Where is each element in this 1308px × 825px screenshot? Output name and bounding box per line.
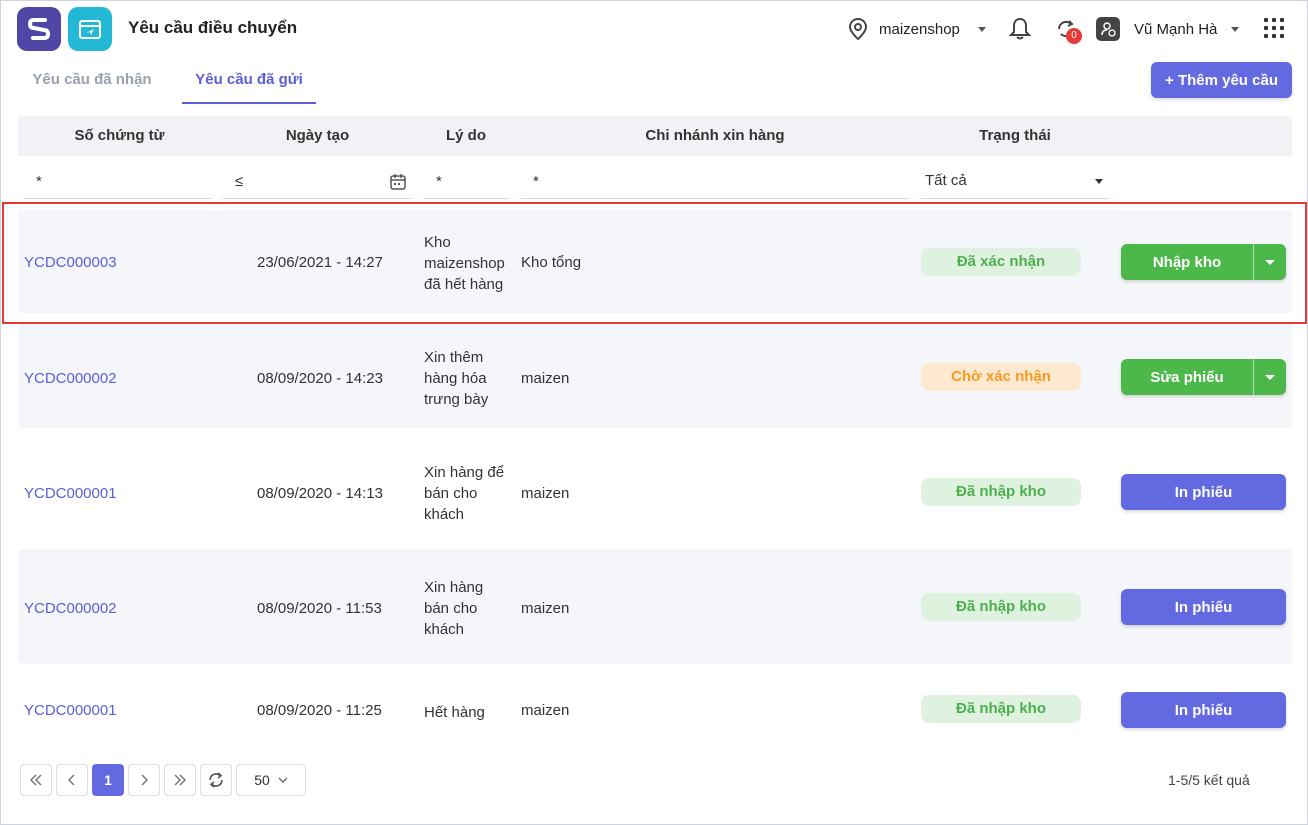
filter-status-select[interactable]: Tất cả	[921, 166, 1109, 199]
chevron-down-icon	[1231, 26, 1240, 32]
created-date: 08/09/2020 - 11:25	[257, 702, 382, 719]
branch: maizen	[521, 702, 570, 719]
prev-page-button[interactable]	[56, 764, 88, 796]
created-date: 08/09/2020 - 14:23	[257, 370, 383, 387]
filter-reason-input[interactable]	[424, 166, 509, 196]
status-badge: Đã nhập kho	[921, 478, 1081, 506]
page-title: Yêu cầu điều chuyển	[128, 18, 298, 37]
next-page-button[interactable]	[128, 764, 160, 796]
branch: maizen	[521, 600, 570, 617]
created-date: 08/09/2020 - 11:53	[257, 600, 382, 617]
tab-received[interactable]: Yêu cầu đã nhận	[17, 61, 167, 104]
tab-sent[interactable]: Yêu cầu đã gửi	[182, 61, 316, 104]
filter-status-value: Tất cả	[925, 172, 967, 189]
page-button-current[interactable]: 1	[92, 764, 124, 796]
action-dropdown-toggle[interactable]	[1253, 244, 1286, 280]
status-badge: Đã xác nhận	[921, 248, 1081, 276]
edit-ticket-split-button[interactable]: Sửa phiếu	[1121, 359, 1286, 395]
page-size-value: 50	[254, 772, 270, 788]
store-selector[interactable]: maizenshop	[847, 15, 986, 43]
apps-grid-icon[interactable]	[1264, 18, 1284, 38]
print-ticket-button[interactable]: In phiếu	[1121, 692, 1286, 728]
filter-code[interactable]	[24, 166, 212, 199]
chevron-left-icon	[68, 774, 75, 786]
reason: Xin hàng để bán cho khách	[424, 464, 505, 523]
branch: maizen	[521, 485, 570, 502]
request-code-link[interactable]: YCDC000002	[24, 370, 117, 387]
chevron-right-icon	[141, 774, 148, 786]
double-chevron-right-icon	[174, 774, 187, 786]
first-page-button[interactable]	[20, 764, 52, 796]
table-row[interactable]: YCDC000002 08/09/2020 - 11:53 Xin hàng b…	[18, 549, 1292, 664]
receive-stock-button[interactable]: Nhập kho	[1121, 254, 1253, 271]
send-box-icon	[79, 20, 101, 39]
column-header-date[interactable]: Ngày tạo	[221, 116, 414, 156]
app-logo[interactable]	[17, 7, 61, 51]
edit-ticket-button[interactable]: Sửa phiếu	[1121, 369, 1253, 386]
filter-branch[interactable]	[521, 166, 909, 199]
bell-icon	[1008, 17, 1032, 40]
branch: Kho tổng	[521, 254, 582, 271]
user-menu[interactable]: Vũ Mạnh Hà	[1096, 15, 1240, 43]
status-badge: Đã nhập kho	[921, 593, 1081, 621]
table-row[interactable]: YCDC000002 08/09/2020 - 14:23 Xin thêm h…	[18, 325, 1292, 428]
reason: Hết hàng	[424, 704, 485, 721]
column-header-branch[interactable]: Chi nhánh xin hàng	[518, 116, 912, 156]
sync-button[interactable]: 0	[1052, 15, 1082, 44]
user-name: Vũ Mạnh Hà	[1134, 20, 1218, 38]
filter-date[interactable]	[223, 166, 411, 199]
add-request-button[interactable]: + Thêm yêu cầu	[1151, 62, 1292, 98]
reason: Kho maizenshop đã hết hàng	[424, 234, 505, 293]
status-badge: Đã nhập kho	[921, 695, 1081, 723]
request-code-link[interactable]: YCDC000002	[24, 600, 117, 617]
table-row[interactable]: YCDC000001 08/09/2020 - 11:25 Hết hàng m…	[18, 667, 1292, 753]
created-date: 23/06/2021 - 14:27	[257, 254, 383, 271]
print-ticket-button[interactable]: In phiếu	[1121, 589, 1286, 625]
table-header: Số chứng từ Ngày tạo Lý do Chi nhánh xin…	[18, 116, 1292, 156]
refresh-button[interactable]	[200, 764, 232, 796]
notification-button[interactable]	[1006, 15, 1034, 43]
top-bar: Yêu cầu điều chuyển maizenshop 0 Vũ Mạnh…	[1, 1, 1307, 57]
table-row[interactable]: YCDC000001 08/09/2020 - 14:13 Xin hàng đ…	[18, 440, 1292, 543]
module-icon[interactable]	[68, 7, 112, 51]
column-header-status[interactable]: Trạng thái	[912, 116, 1118, 156]
column-header-code[interactable]: Số chứng từ	[18, 116, 221, 156]
request-code-link[interactable]: YCDC000003	[24, 254, 117, 271]
filter-reason[interactable]	[424, 166, 509, 199]
chevron-down-icon	[1095, 179, 1103, 184]
location-pin-icon	[848, 17, 868, 41]
reason: Xin hàng bán cho khách	[424, 579, 484, 638]
reason: Xin thêm hàng hóa trưng bày	[424, 349, 489, 408]
double-chevron-left-icon	[29, 774, 42, 786]
request-code-link[interactable]: YCDC000001	[24, 485, 117, 502]
filter-branch-input[interactable]	[521, 166, 909, 196]
chevron-down-icon	[1265, 374, 1275, 380]
refresh-icon	[209, 772, 223, 788]
chevron-down-icon	[977, 26, 986, 32]
calendar-icon[interactable]	[389, 173, 407, 191]
result-summary: 1-5/5 kết quả	[1168, 772, 1250, 788]
receive-stock-split-button[interactable]: Nhập kho	[1121, 244, 1286, 280]
filter-code-input[interactable]	[24, 166, 212, 196]
created-date: 08/09/2020 - 14:13	[257, 485, 383, 502]
column-header-reason[interactable]: Lý do	[414, 116, 518, 156]
action-dropdown-toggle[interactable]	[1253, 359, 1286, 395]
chevron-down-icon	[278, 777, 288, 783]
table-row[interactable]: YCDC000003 23/06/2021 - 14:27 Kho maizen…	[18, 210, 1292, 313]
store-name: maizenshop	[879, 20, 960, 38]
page-size-select[interactable]: 50	[236, 764, 306, 796]
sync-badge: 0	[1066, 28, 1082, 44]
status-badge: Chờ xác nhận	[921, 363, 1081, 391]
filter-date-input[interactable]	[223, 166, 411, 196]
branch: maizen	[521, 370, 570, 387]
logo-s-icon	[27, 18, 51, 40]
print-ticket-button[interactable]: In phiếu	[1121, 474, 1286, 510]
chevron-down-icon	[1265, 259, 1275, 265]
request-code-link[interactable]: YCDC000001	[24, 702, 117, 719]
last-page-button[interactable]	[164, 764, 196, 796]
user-avatar-icon	[1096, 17, 1120, 41]
